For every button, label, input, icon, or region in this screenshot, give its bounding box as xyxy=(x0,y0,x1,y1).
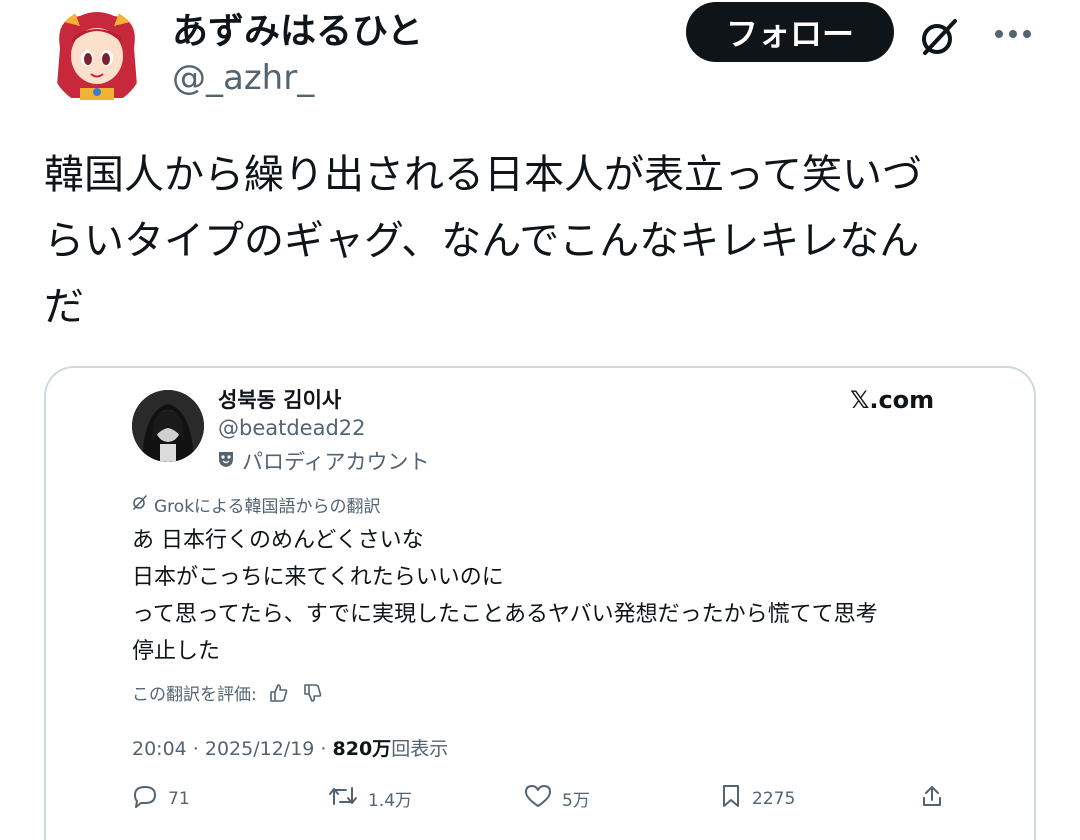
repost-button[interactable]: 1.4万 xyxy=(328,784,412,813)
quoted-name[interactable]: 성북동 김이사 xyxy=(218,384,341,414)
bookmark-button[interactable]: 2275 xyxy=(720,784,795,813)
repost-icon xyxy=(328,784,358,813)
quoted-line: って思ってたら、すでに実現したことあるヤバい発想だったから慌てて思考 xyxy=(132,602,878,627)
parody-label: パロディアカウント xyxy=(242,450,430,474)
share-button[interactable] xyxy=(920,784,944,813)
tweet-line: だ xyxy=(44,284,84,330)
share-icon xyxy=(920,784,944,813)
quoted-line: 停止した xyxy=(132,639,221,664)
rate-label: この翻訳を評価: xyxy=(132,685,257,705)
like-count: 5万 xyxy=(562,791,590,811)
tweet-line: らいタイプのギャグ、なんでこんなキレキレなん xyxy=(44,218,920,264)
tweet-line: 韓国人から繰り出される日本人が表立って笑いづ xyxy=(44,152,922,198)
tweet-text: 韓国人から繰り出される日本人が表立って笑いづ らいタイプのギャグ、なんでこんなキ… xyxy=(44,142,1034,340)
bookmark-icon xyxy=(720,784,742,813)
tweet-meta: 20:04 · 2025/12/19 · 820万回表示 xyxy=(132,734,448,761)
reply-count: 71 xyxy=(168,788,190,809)
repost-count: 1.4万 xyxy=(368,791,413,811)
thumbs-up-icon[interactable] xyxy=(267,681,291,705)
quoted-text: あ 日本行くのめんどくさいな 日本がこっちに来てくれたらいいのに って思ってたら… xyxy=(132,522,992,670)
more-icon[interactable] xyxy=(990,14,1036,54)
heart-icon xyxy=(524,784,552,813)
action-bar: 71 1.4万 5万 2275 xyxy=(132,784,962,814)
author-handle[interactable]: @_azhr_ xyxy=(172,58,314,98)
reply-icon xyxy=(132,784,158,813)
like-button[interactable]: 5万 xyxy=(524,784,590,813)
quoted-tweet-card[interactable]: 성북동 김이사 @beatdead22 パロディアカウント 𝕏.com Grok… xyxy=(44,366,1036,840)
bookmark-count: 2275 xyxy=(752,788,796,809)
mask-icon xyxy=(218,449,234,473)
reply-button[interactable]: 71 xyxy=(132,784,190,813)
timestamp[interactable]: 20:04 · 2025/12/19 · xyxy=(132,738,333,760)
grok-small-icon xyxy=(132,494,148,515)
author-avatar[interactable] xyxy=(50,8,144,106)
author-name[interactable]: あずみはるひと xyxy=(172,2,423,54)
parody-badge: パロディアカウント xyxy=(218,446,430,476)
quoted-avatar[interactable] xyxy=(132,390,204,462)
view-count: 820万 xyxy=(332,738,392,760)
source-label[interactable]: 𝕏.com xyxy=(850,386,934,414)
rate-translation: この翻訳を評価: xyxy=(132,680,325,705)
quoted-handle[interactable]: @beatdead22 xyxy=(218,416,366,440)
translation-note: Grokによる韓国語からの翻訳 xyxy=(132,492,381,517)
thumbs-down-icon[interactable] xyxy=(301,681,325,705)
translation-note-text: Grokによる韓国語からの翻訳 xyxy=(154,497,381,517)
grok-icon[interactable] xyxy=(914,12,964,62)
quoted-line: 日本がこっちに来てくれたらいいのに xyxy=(132,565,504,590)
quoted-line: あ 日本行くのめんどくさいな xyxy=(132,528,424,553)
follow-button[interactable]: フォロー xyxy=(686,2,894,62)
views-label: 回表示 xyxy=(391,738,449,760)
